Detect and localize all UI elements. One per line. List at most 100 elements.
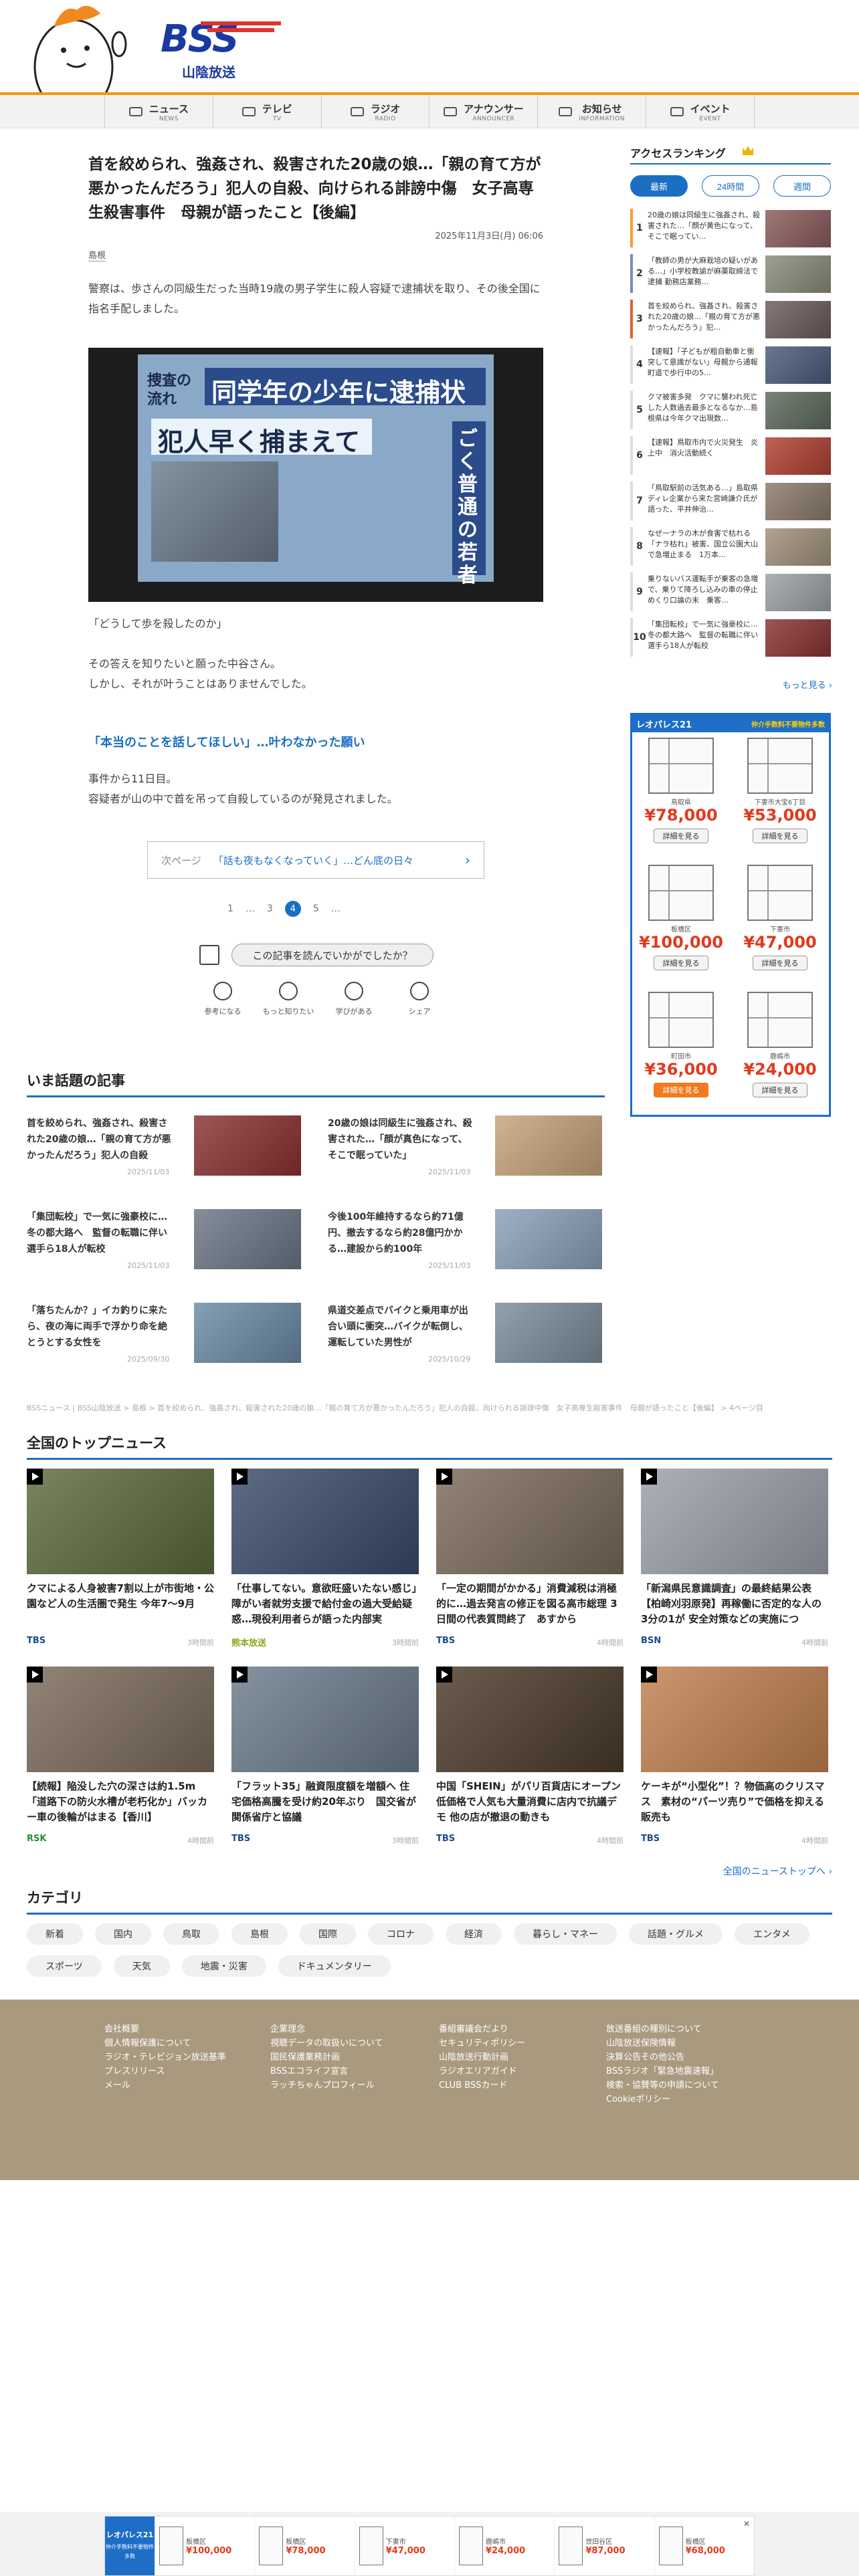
reaction-button[interactable]: 学びがある: [325, 982, 383, 1016]
page-link[interactable]: 1: [227, 903, 233, 914]
top-news-item[interactable]: クマによる人身被害7割以上が市街地・公園など人の生活圏で発生 今年7〜9月 TBS…: [27, 1469, 214, 1647]
nav-item-tv[interactable]: テレビ TV: [212, 95, 321, 128]
ranking-item[interactable]: 6 【速報】鳥取市内で火災発生 炎上中 消火活動続く: [630, 436, 831, 476]
top-news-item[interactable]: 「仕事してない。意欲旺盛いたない感じ」障がい者就労支援で給付金の過大受給疑惑…現…: [231, 1469, 419, 1648]
top-news-item[interactable]: 「フラット35」融資限度額を増額へ 住宅価格高騰を受け約20年ぶり 国交省が関係…: [231, 1667, 419, 1845]
category-chip[interactable]: 暮らし・マネー: [514, 1923, 617, 1945]
ranking-tab[interactable]: 週間: [773, 175, 831, 197]
nav-item-information[interactable]: お知らせ INFORMATION: [537, 95, 646, 128]
top-news-item[interactable]: 【続報】陥没した穴の深さは約1.5m「道路下の防火水槽が老朽化か」バッカー車の後…: [27, 1667, 214, 1845]
trending-item[interactable]: 「落ちたんか？」イカ釣りに来たら、夜の海に両手で浮かり命を絶とうとする女性を 20…: [27, 1303, 301, 1364]
footer-link[interactable]: BSSエコライフ宣言: [270, 2064, 431, 2078]
category-chip[interactable]: 天気: [113, 1955, 170, 1977]
footer-link[interactable]: ラジオエリアガイド: [439, 2064, 599, 2078]
footer-link[interactable]: 国民保護業務計画: [270, 2050, 431, 2064]
footer-link[interactable]: 会社概要: [104, 2022, 265, 2036]
footer-link[interactable]: 放送番組の種別について: [606, 2022, 767, 2036]
footer-link[interactable]: 番組審議会だより: [439, 2022, 599, 2036]
ad-listing[interactable]: 下妻市 ¥47,000 詳細を見る: [731, 861, 829, 985]
ad-detail-button[interactable]: 詳細を見る: [654, 829, 708, 843]
top-news-item[interactable]: ケーキが“小型化”！？物価高のクリスマス 素材の“パーツ売り”で価格を抑える販売…: [641, 1667, 828, 1845]
ad-listing[interactable]: 下妻市大宝6丁目 ¥53,000 詳細を見る: [731, 734, 829, 858]
ad-detail-button[interactable]: 詳細を見る: [654, 956, 708, 970]
category-chip[interactable]: コロナ: [368, 1923, 434, 1945]
footer-link[interactable]: メール: [104, 2078, 265, 2092]
category-chip[interactable]: 話題・グルメ: [629, 1923, 723, 1945]
category-chip[interactable]: 新着: [27, 1923, 83, 1945]
bss-logo[interactable]: BSS 山陰放送: [154, 17, 281, 80]
category-chip[interactable]: 地震・災害: [181, 1955, 266, 1977]
footer-link[interactable]: 山陰放送行動計画: [439, 2050, 599, 2064]
category-chip[interactable]: ドキュメンタリー: [278, 1955, 391, 1977]
nav-item-news[interactable]: ニュース NEWS: [104, 95, 213, 128]
ranking-item[interactable]: 2 「教師の男が大麻栽培の疑いがある…」小学校教諭が麻薬取締法で逮捕 勤務店業務…: [630, 254, 831, 294]
feedback-button[interactable]: この記事を読んでいかがでしたか？: [231, 944, 434, 966]
page-link[interactable]: 3: [267, 903, 273, 914]
ranking-item[interactable]: 10 「集団転校」で一気に強豪校に…冬の都大路へ 監督の転職に伴い選手ら18人が転…: [630, 618, 831, 658]
footer-link[interactable]: Cookieポリシー: [606, 2092, 767, 2107]
footer-link[interactable]: CLUB BSSカード: [439, 2078, 599, 2092]
ad-detail-button[interactable]: 詳細を見る: [654, 1083, 708, 1097]
ad-listing[interactable]: 板橋区 ¥100,000 詳細を見る: [632, 861, 730, 985]
ranking-item[interactable]: 1 20歳の娘は同級生に強姦され、殺害された…「顔が黄色になって、そこで眠ってい…: [630, 209, 831, 249]
ranking-item[interactable]: 4 【速報】「子どもが粗自動車と衝突して意識がない」母親から通報 町道で歩行中の5…: [630, 345, 831, 385]
bottom-ad-listing[interactable]: 世田谷区 ¥87,000: [554, 2516, 654, 2575]
article-category-link[interactable]: 島根: [88, 248, 106, 261]
bottom-ad-listing[interactable]: 板橋区 ¥68,000: [654, 2516, 754, 2575]
bottom-ad-banner[interactable]: レオパレス21 仲介手数料不要物件多数 板橋区 ¥100,000 板橋区 ¥78,00…: [104, 2516, 755, 2576]
ranking-item[interactable]: 7 「鳥取駅前の活気ある…」島取県ディレ企業から来た宮崎謙介氏が語った、平井伸治…: [630, 481, 831, 522]
footer-link[interactable]: ラッチちゃんプロフィール: [270, 2078, 431, 2092]
ranking-item[interactable]: 3 首を絞められ、強姦され、殺害された20歳の娘…「親の育て方が悪かったんだろう」…: [630, 300, 831, 340]
footer-link[interactable]: ラジオ・テレビジョン放送基準: [104, 2050, 265, 2064]
footer-link[interactable]: プレスリリース: [104, 2064, 265, 2078]
close-icon[interactable]: ✕: [743, 2519, 750, 2529]
trending-item[interactable]: 首を絞められ、強姦され、殺害された20歳の娘…「親の育て方が悪かったんだろう」犯…: [27, 1115, 301, 1177]
footer-link[interactable]: 個人情報保護について: [104, 2036, 265, 2050]
ranking-more-link[interactable]: もっと見る ›: [783, 678, 832, 691]
all-news-link[interactable]: 全国のニューストップへ ›: [723, 1864, 832, 1878]
nav-item-radio[interactable]: ラジオ RADIO: [320, 95, 430, 128]
ad-detail-button[interactable]: 詳細を見る: [753, 829, 807, 843]
page-current[interactable]: 4: [284, 901, 301, 917]
ranking-tab[interactable]: 最新: [630, 175, 688, 197]
ranking-item[interactable]: 9 乗りないバス運転手が乗客の急増で、乗りて降ろし込みの車の停止めくり口論の末 乗…: [630, 572, 831, 613]
footer-link[interactable]: 山陰放送保険情報: [606, 2036, 767, 2050]
category-chip[interactable]: 経済: [446, 1923, 502, 1945]
footer-link[interactable]: 検索・協賛等の申請について: [606, 2078, 767, 2092]
trending-item[interactable]: 「集団転校」で一気に強豪校に…冬の都大路へ 監督の転職に伴い選手ら18人が転校 2…: [27, 1209, 301, 1271]
ranking-item[interactable]: 5 クマ被害多発 クマに襲われ死亡した人数過去最多となるなか…島根県は今年クマ出現…: [630, 391, 831, 431]
bottom-ad-listing[interactable]: 下妻市 ¥47,000: [354, 2516, 454, 2575]
bottom-ad-listing[interactable]: 板橋区 ¥78,000: [254, 2516, 354, 2575]
bottom-ad-listing[interactable]: 板橋区 ¥100,000: [155, 2516, 254, 2575]
top-news-item[interactable]: 「一定の期間がかかる」消費減税は消極的に…過去発言の修正を図る高市総理 3日間の…: [436, 1469, 624, 1647]
bottom-ad-listing[interactable]: 鹿嶋市 ¥24,000: [454, 2516, 554, 2575]
category-chip[interactable]: 鳥取: [163, 1923, 219, 1945]
ad-listing[interactable]: 町田市 ¥36,000 詳細を見る: [632, 988, 730, 1112]
category-chip[interactable]: エンタメ: [735, 1923, 809, 1945]
reaction-button[interactable]: 参考になる: [194, 982, 252, 1016]
reaction-button[interactable]: シェア: [391, 982, 448, 1016]
trending-item[interactable]: 県道交差点でバイクと乗用車が出合い頭に衝突…バイクが転倒し、運転していた男性が 2…: [328, 1303, 602, 1364]
category-chip[interactable]: 国内: [95, 1923, 151, 1945]
footer-link[interactable]: 視聴データの取扱いについて: [270, 2036, 431, 2050]
ranking-item[interactable]: 8 なぜ一ナラの木が食害で枯れる「ナラ枯れ」被害、国立公園大山で急増止まる 1万本…: [630, 527, 831, 567]
category-chip[interactable]: 国際: [300, 1923, 356, 1945]
footer-link[interactable]: BSSラジオ「緊急地震速報」: [606, 2064, 767, 2078]
ad-detail-button[interactable]: 詳細を見る: [753, 956, 807, 970]
trending-item[interactable]: 20歳の娘は同級生に強姦され、殺害された…「顔が真色になって、そこで眠っていた」…: [328, 1115, 602, 1177]
top-news-item[interactable]: 中国「SHEIN」がパリ百貨店にオープン 低価格で人気も大量消費に店内で抗議デモ…: [436, 1667, 624, 1845]
page-link[interactable]: 5: [313, 903, 319, 914]
footer-link[interactable]: 企業理念: [270, 2022, 431, 2036]
footer-link[interactable]: 決算公告その他公告: [606, 2050, 767, 2064]
breadcrumb[interactable]: BSSニュース | BSS山陰放送 > 島根 > 首を絞められ、強姦され、殺害さ…: [27, 1402, 843, 1413]
footer-link[interactable]: セキュリティポリシー: [439, 2036, 599, 2050]
ad-listing[interactable]: 鳥取県 ¥78,000 詳細を見る: [632, 734, 730, 858]
trending-item[interactable]: 今後100年維持するなら約71億円、撤去するなら約28億円かかる…建設から約10…: [328, 1209, 602, 1271]
leopalace-ad[interactable]: レオパレス21 仲介手数料不要物件多数 鳥取県 ¥78,000 詳細を見る 下妻市大宝…: [630, 713, 831, 1117]
category-chip[interactable]: 島根: [231, 1923, 288, 1945]
nav-item-event[interactable]: イベント EVENT: [646, 95, 755, 128]
next-page-link[interactable]: 次ページ 「話も夜もなくなっていく」…どん底の日々 ›: [147, 841, 484, 879]
ad-detail-button[interactable]: 詳細を見る: [753, 1083, 807, 1097]
top-news-item[interactable]: 「新潟県民意識調査」の最終結果公表【柏崎刈羽原発】再稼働に否定的な人の3分の1が…: [641, 1469, 828, 1647]
ad-listing[interactable]: 鹿嶋市 ¥24,000 詳細を見る: [731, 988, 829, 1112]
